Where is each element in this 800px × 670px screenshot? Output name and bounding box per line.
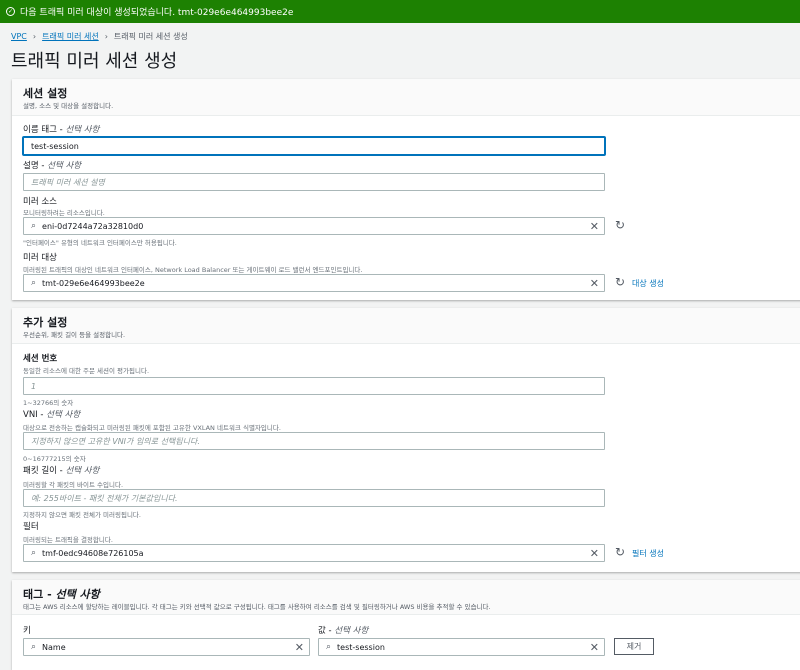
clear-icon[interactable]: ✕ — [590, 641, 599, 654]
tag-key-label: 키 — [23, 626, 31, 636]
tag-value-label: 값 - 선택 사항 — [318, 626, 369, 636]
search-icon: ⌕ — [31, 221, 37, 231]
panel-description: 태그는 AWS 리소스에 할당하는 레이블입니다. 각 태그는 키와 선택적 값… — [23, 603, 491, 611]
panel-description: 우선순위, 패킷 길이 등을 설정합니다. — [23, 331, 126, 339]
clear-icon[interactable]: ✕ — [295, 641, 304, 654]
packet-length-description: 미러링할 각 패킷의 바이트 수입니다. — [23, 481, 124, 489]
clear-icon[interactable]: ✕ — [590, 547, 599, 560]
description-input[interactable]: 트래픽 미러 세션 설명 — [23, 173, 605, 191]
mirror-source-hint: "인터페이스" 유형의 네트워크 인터페이스만 허용됩니다. — [23, 239, 177, 247]
page-title: 트래픽 미러 세션 생성 — [11, 51, 178, 72]
create-filter-link[interactable]: 필터 생성 — [632, 548, 664, 559]
mirror-target-label: 미러 대상 — [23, 253, 57, 263]
mirror-source-label: 미러 소스 — [23, 197, 57, 207]
panel-title: 추가 설정 — [23, 316, 68, 329]
name-tag-label: 이름 태그 - 선택 사항 — [23, 125, 100, 135]
chevron-right-icon: › — [32, 32, 37, 41]
search-icon: ⌕ — [31, 278, 37, 288]
session-settings-panel: 세션 설정 설명, 소스 및 대상을 설정합니다. 이름 태그 - 선택 사항 … — [12, 79, 800, 300]
panel-description: 설명, 소스 및 대상을 설정합니다. — [23, 102, 114, 110]
packet-length-label: 패킷 길이 - 선택 사항 — [23, 466, 100, 476]
search-icon: ⌕ — [31, 642, 37, 652]
vni-input[interactable]: 지정하지 않으면 고유한 VNI가 임의로 선택됩니다. — [23, 432, 605, 450]
tag-value-input[interactable]: ⌕ test-session ✕ — [318, 638, 605, 656]
remove-tag-button[interactable]: 제거 — [614, 638, 654, 655]
name-tag-input[interactable]: test-session — [23, 137, 605, 155]
search-icon: ⌕ — [326, 642, 332, 652]
success-banner: ✓ 다음 트래픽 미러 대상이 생성되었습니다. tmt-029e6e46499… — [0, 0, 800, 23]
breadcrumb-mirror-sessions[interactable]: 트래픽 미러 세션 — [42, 31, 99, 42]
vni-label: VNI - 선택 사항 — [23, 410, 81, 420]
session-number-input[interactable]: 1 — [23, 377, 605, 395]
clear-icon[interactable]: ✕ — [590, 220, 599, 233]
session-number-description: 동일한 리소스에 대한 주문 세션이 평가됩니다. — [23, 367, 150, 375]
mirror-target-description: 미러링된 트래픽의 대상인 네트워크 인터페이스, Network Load B… — [23, 266, 363, 274]
filter-description: 미러링되는 트래픽을 결정합니다. — [23, 536, 113, 544]
packet-length-hint: 지정하지 않으면 패킷 전체가 미러링됩니다. — [23, 511, 141, 519]
panel-title: 태그 - 선택 사항 — [23, 588, 100, 601]
session-number-hint: 1~32766의 숫자 — [23, 399, 74, 407]
tags-panel: 태그 - 선택 사항 태그는 AWS 리소스에 할당하는 레이블입니다. 각 태… — [12, 580, 800, 670]
breadcrumb-current: 트래픽 미러 세션 생성 — [113, 32, 188, 41]
banner-message: 다음 트래픽 미러 대상이 생성되었습니다. tmt-029e6e464993b… — [20, 8, 294, 18]
mirror-source-description: 모니터링하려는 리소스입니다. — [23, 209, 105, 217]
create-target-link[interactable]: 대상 생성 — [632, 278, 664, 289]
clear-icon[interactable]: ✕ — [590, 277, 599, 290]
search-icon: ⌕ — [31, 548, 37, 558]
refresh-icon[interactable]: ↻ — [615, 275, 625, 289]
packet-length-input[interactable]: 예: 255바이트 - 패킷 전체가 기본값입니다. — [23, 489, 605, 507]
chevron-right-icon: › — [104, 32, 108, 41]
description-label: 설명 - 선택 사항 — [23, 161, 82, 171]
panel-title: 세션 설정 — [23, 87, 68, 100]
additional-settings-panel: 추가 설정 우선순위, 패킷 길이 등을 설정합니다. 세션 번호 동일한 리소… — [12, 308, 800, 572]
mirror-target-input[interactable]: ⌕ tmt-029e6e464993bee2e ✕ — [23, 274, 605, 292]
mirror-source-input[interactable]: ⌕ eni-0d7244a72a32810d0 ✕ — [23, 217, 605, 235]
filter-input[interactable]: ⌕ tmf-0edc94608e726105a ✕ — [23, 544, 605, 562]
vni-description: 대상으로 전송하는 캡슐화되고 미러링된 패킷에 포함된 고유한 VXLAN 네… — [23, 424, 281, 432]
tag-key-input[interactable]: ⌕ Name ✕ — [23, 638, 310, 656]
session-number-label: 세션 번호 — [23, 354, 58, 364]
breadcrumb: VPC › 트래픽 미러 세션 › 트래픽 미러 세션 생성 — [11, 31, 188, 42]
filter-label: 필터 — [23, 522, 39, 532]
refresh-icon[interactable]: ↻ — [615, 218, 625, 232]
vni-hint: 0~16777215의 숫자 — [23, 455, 86, 463]
check-circle-icon: ✓ — [6, 7, 15, 16]
breadcrumb-vpc[interactable]: VPC — [11, 32, 27, 41]
refresh-icon[interactable]: ↻ — [615, 545, 625, 559]
